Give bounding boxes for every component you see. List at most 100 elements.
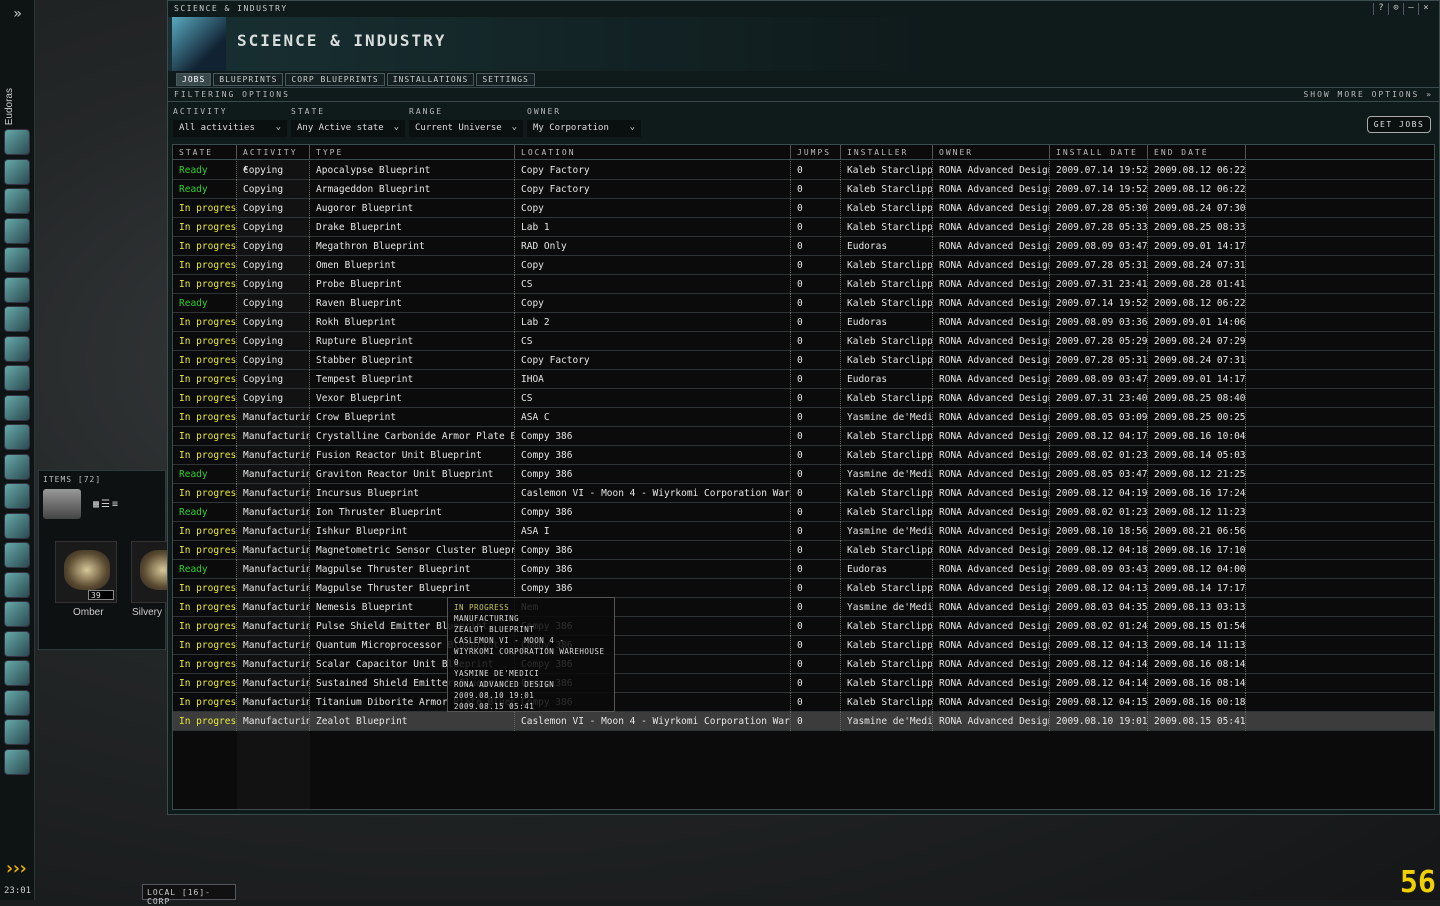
table-row[interactable]: In progress Manufacturing Pulse Shield Emi… bbox=[173, 617, 1434, 636]
range-select[interactable]: Current Universe ⌄ bbox=[409, 120, 523, 137]
table-row[interactable]: Ready Manufacturing Ion Thruster Blueprint… bbox=[173, 503, 1434, 522]
column-header-install-date[interactable]: INSTALL DATE bbox=[1050, 145, 1148, 160]
cell-install-date: 2009.07.14 19:52 bbox=[1050, 294, 1148, 313]
table-row[interactable]: In progress Manufacturing Ishkur Blueprint… bbox=[173, 522, 1434, 541]
map-icon[interactable] bbox=[4, 335, 30, 362]
expand-neocom-icon[interactable]: » bbox=[0, 0, 35, 28]
show-more-options-button[interactable]: SHOW MORE OPTIONS » bbox=[1303, 90, 1433, 99]
assets-icon[interactable] bbox=[4, 306, 30, 332]
owner-select[interactable]: My Corporation ⌄ bbox=[527, 120, 641, 137]
item-silvery[interactable] bbox=[131, 541, 186, 603]
mail-icon[interactable] bbox=[4, 188, 30, 214]
contracts-icon[interactable] bbox=[4, 719, 30, 745]
tab-blueprints[interactable]: BLUEPRINTS bbox=[213, 73, 284, 86]
table-row[interactable]: In progress Copying Megathron Blueprint RAD… bbox=[173, 237, 1434, 256]
item-omber[interactable]: 39 bbox=[55, 541, 117, 603]
table-row[interactable]: In progress Manufacturing Magnetometric Se… bbox=[173, 541, 1434, 560]
start-menu-icon[interactable]: ››› bbox=[4, 858, 28, 879]
close-icon[interactable]: × bbox=[1418, 3, 1433, 15]
column-header-type[interactable]: TYPE bbox=[310, 145, 515, 160]
table-row[interactable]: In progress Manufacturing Fusion Reactor U… bbox=[173, 446, 1434, 465]
character-sheet-icon[interactable] bbox=[4, 129, 30, 155]
view-mode-icons[interactable]: ▦☰≡ bbox=[93, 499, 120, 510]
table-row[interactable]: In progress Manufacturing Quantum Micropro… bbox=[173, 636, 1434, 655]
cell-type: Raven Blueprint bbox=[310, 294, 515, 313]
local-chat-tab[interactable]: LOCAL [16]-CORP bbox=[142, 884, 236, 906]
table-row[interactable]: In progress Copying Drake Blueprint Lab 10K… bbox=[173, 218, 1434, 237]
calculator-icon[interactable] bbox=[4, 542, 30, 568]
column-header-owner[interactable]: OWNER bbox=[933, 145, 1050, 160]
cell-state: In progress bbox=[173, 579, 237, 598]
cell-end-date: 2009.08.16 10:04 bbox=[1148, 427, 1246, 446]
column-header-installer[interactable]: INSTALLER bbox=[841, 145, 933, 160]
column-header-location[interactable]: LOCATION bbox=[515, 145, 791, 160]
starmap-icon[interactable] bbox=[4, 365, 30, 391]
table-row[interactable]: Ready Copying Armageddon Blueprint Copy Fac… bbox=[173, 180, 1434, 199]
table-row[interactable]: In progress Manufacturing Zealot Blueprint… bbox=[173, 712, 1434, 731]
fitting-icon[interactable] bbox=[4, 217, 30, 244]
character-name[interactable]: Eudoras bbox=[4, 88, 15, 125]
ship-hangar-icon[interactable] bbox=[4, 394, 30, 421]
table-row[interactable]: Ready Copying Raven Blueprint Copy 0 Kaleb St… bbox=[173, 294, 1434, 313]
help-icon[interactable] bbox=[4, 571, 30, 598]
corporation-icon[interactable] bbox=[4, 424, 30, 450]
table-row[interactable]: In progress Copying Augoror Blueprint Copy 0… bbox=[173, 199, 1434, 218]
scanner-icon[interactable] bbox=[4, 748, 30, 775]
settings-icon[interactable]: ⊙ bbox=[1388, 3, 1403, 15]
cell-type: Incursus Blueprint bbox=[310, 484, 515, 503]
item-hangar-icon[interactable] bbox=[4, 630, 30, 657]
cell-install-date: 2009.07.28 05:29 bbox=[1050, 332, 1148, 351]
table-row[interactable]: In progress Manufacturing Crystalline Carb… bbox=[173, 427, 1434, 446]
table-row[interactable]: In progress Copying Omen Blueprint Copy 0 Kal… bbox=[173, 256, 1434, 275]
wallet-icon[interactable] bbox=[4, 660, 30, 686]
tab-installations[interactable]: INSTALLATIONS bbox=[386, 73, 475, 86]
cell-activity: Copying bbox=[237, 275, 310, 294]
table-row[interactable]: In progress Manufacturing Titanium Diborit… bbox=[173, 693, 1434, 712]
cell-type: Magpulse Thruster Blueprint bbox=[310, 579, 515, 598]
market-icon[interactable] bbox=[4, 247, 30, 273]
cell-installer: Kaleb Starclipper bbox=[841, 427, 933, 446]
tab-settings[interactable]: SETTINGS bbox=[476, 73, 535, 86]
skills-icon[interactable] bbox=[4, 453, 30, 480]
activity-select[interactable]: All activities ⌄ bbox=[173, 120, 287, 137]
table-row[interactable]: In progress Copying Tempest Blueprint IHOA 0… bbox=[173, 370, 1434, 389]
table-row[interactable]: In progress Copying Vexor Blueprint CS 0 Kale… bbox=[173, 389, 1434, 408]
table-row[interactable]: In progress Manufacturing Sustained Shield… bbox=[173, 674, 1434, 693]
cell-state: In progress bbox=[173, 712, 237, 731]
minimize-icon[interactable]: – bbox=[1403, 3, 1418, 15]
table-row[interactable]: Ready Copying Apocalypse Blueprint Copy Fac… bbox=[173, 161, 1434, 180]
table-row[interactable]: In progress Copying Stabber Blueprint Copy … bbox=[173, 351, 1434, 370]
cell-state: In progress bbox=[173, 617, 237, 636]
table-row[interactable]: In progress Manufacturing Nemesis Blueprin… bbox=[173, 598, 1434, 617]
help-icon[interactable]: ? bbox=[1373, 3, 1388, 15]
journal-icon[interactable] bbox=[4, 483, 30, 509]
hangar-icon bbox=[43, 489, 81, 519]
cell-location: Compy 386 bbox=[515, 427, 791, 446]
table-row[interactable]: Ready Manufacturing Magpulse Thruster Blue… bbox=[173, 560, 1434, 579]
table-row[interactable]: In progress Manufacturing Scalar Capacitor… bbox=[173, 655, 1434, 674]
state-select[interactable]: Any Active state ⌄ bbox=[291, 120, 405, 137]
table-row[interactable]: In progress Copying Rupture Blueprint CS 0 Ka… bbox=[173, 332, 1434, 351]
column-header-activity[interactable]: ACTIVITY ▲ bbox=[237, 145, 310, 172]
cell-install-date: 2009.08.12 04:14 bbox=[1050, 674, 1148, 693]
tab-jobs[interactable]: JOBS bbox=[176, 73, 212, 86]
cell-state: In progress bbox=[173, 693, 237, 712]
table-row[interactable]: In progress Manufacturing Magpulse Thruste… bbox=[173, 579, 1434, 598]
character-portrait-icon[interactable] bbox=[4, 689, 30, 716]
tab-corp-blueprints[interactable]: CORP BLUEPRINTS bbox=[285, 73, 385, 86]
table-row[interactable]: In progress Copying Rokh Blueprint Lab 2 0 Eu… bbox=[173, 313, 1434, 332]
table-row[interactable]: Ready Manufacturing Graviton Reactor Unit … bbox=[173, 465, 1434, 484]
people-places-icon[interactable] bbox=[4, 158, 30, 185]
column-header-state[interactable]: STATE bbox=[173, 145, 237, 160]
get-jobs-button[interactable]: GET JOBS bbox=[1367, 116, 1431, 133]
table-row[interactable]: In progress Copying Probe Blueprint CS 0 Kale… bbox=[173, 275, 1434, 294]
table-row[interactable]: In progress Manufacturing Incursus Bluepri… bbox=[173, 484, 1434, 503]
drones-icon[interactable] bbox=[4, 601, 30, 627]
cell-location: CS bbox=[515, 332, 791, 351]
science-industry-icon[interactable] bbox=[4, 276, 30, 303]
column-header-jumps[interactable]: JUMPS bbox=[791, 145, 841, 160]
table-row[interactable]: In progress Manufacturing Crow Blueprint AS… bbox=[173, 408, 1434, 427]
cell-installer: Kaleb Starclipper bbox=[841, 180, 933, 199]
column-header-end-date[interactable]: END DATE bbox=[1148, 145, 1246, 160]
news-icon[interactable] bbox=[4, 512, 30, 539]
